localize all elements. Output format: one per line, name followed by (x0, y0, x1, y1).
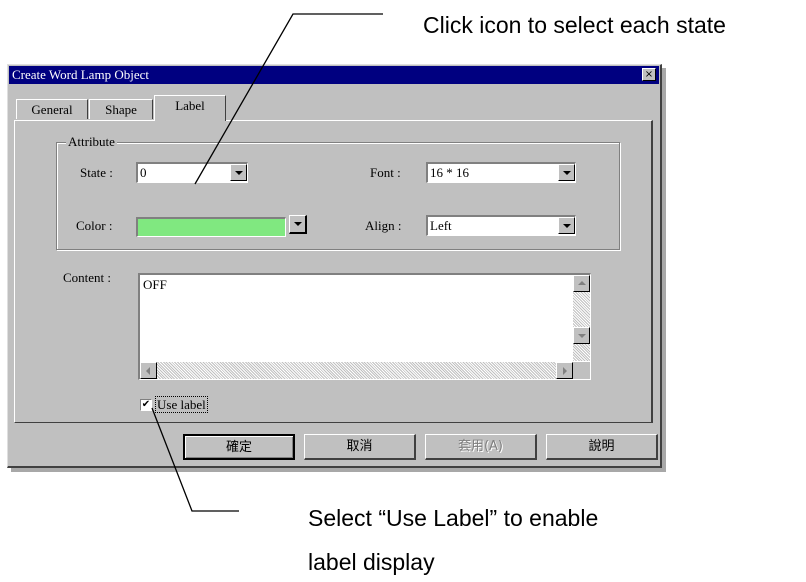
callout-lines (151, 13, 383, 512)
tab-label[interactable]: Label (154, 95, 226, 121)
callout-line-bottom (151, 407, 239, 512)
